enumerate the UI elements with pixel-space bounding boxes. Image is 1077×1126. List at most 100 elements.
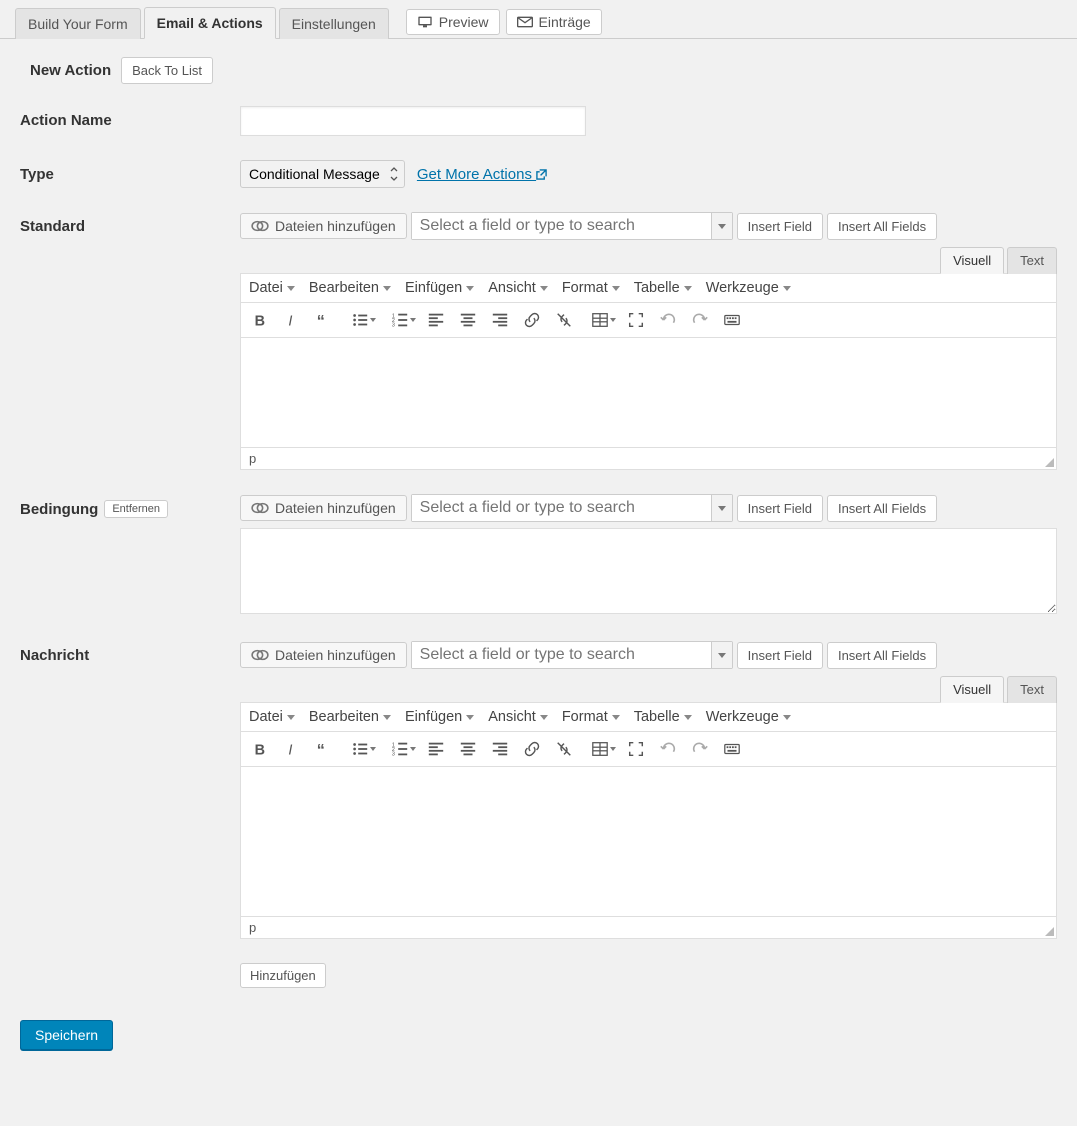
- entries-button[interactable]: Einträge: [506, 9, 602, 35]
- top-tab-bar: Build Your Form Email & Actions Einstell…: [0, 0, 1077, 39]
- insert-field-button-standard[interactable]: Insert Field: [737, 213, 823, 240]
- unlink-icon[interactable]: [553, 738, 575, 760]
- insert-field-button-bedingung[interactable]: Insert Field: [737, 495, 823, 522]
- table-icon[interactable]: [585, 738, 615, 760]
- bullet-list-icon[interactable]: [345, 309, 375, 331]
- fullscreen-icon[interactable]: [625, 738, 647, 760]
- bold-icon[interactable]: B: [249, 309, 271, 331]
- media-icon: [251, 219, 269, 233]
- editor-menubar-nachricht: Datei Bearbeiten Einfügen Ansicht Format…: [240, 702, 1057, 732]
- editor-body-standard[interactable]: [240, 338, 1057, 448]
- tab-settings[interactable]: Einstellungen: [279, 8, 389, 39]
- tab-email-actions[interactable]: Email & Actions: [144, 7, 276, 39]
- editor-tab-text-standard[interactable]: Text: [1007, 247, 1057, 274]
- field-search-input[interactable]: [412, 213, 711, 239]
- chevron-down-icon: [718, 653, 726, 658]
- numbered-list-icon[interactable]: 123: [385, 309, 415, 331]
- fullscreen-icon[interactable]: [625, 309, 647, 331]
- insert-all-fields-button-nachricht[interactable]: Insert All Fields: [827, 642, 937, 669]
- link-icon[interactable]: [521, 309, 543, 331]
- back-to-list-button[interactable]: Back To List: [121, 57, 213, 84]
- italic-icon[interactable]: I: [281, 738, 303, 760]
- editor-tab-visual-standard[interactable]: Visuell: [940, 247, 1004, 274]
- field-search-dropdown[interactable]: [711, 213, 732, 239]
- insert-all-fields-button-bedingung[interactable]: Insert All Fields: [827, 495, 937, 522]
- align-center-icon[interactable]: [457, 738, 479, 760]
- link-icon[interactable]: [521, 738, 543, 760]
- add-media-button-bedingung[interactable]: Dateien hinzufügen: [240, 495, 407, 521]
- chevron-down-icon: [783, 286, 791, 291]
- add-media-label: Dateien hinzufügen: [275, 500, 396, 516]
- label-action-name: Action Name: [20, 106, 240, 129]
- type-select[interactable]: Conditional Message: [240, 160, 405, 188]
- undo-icon[interactable]: [657, 309, 679, 331]
- page-title: New Action: [30, 62, 111, 79]
- entfernen-button[interactable]: Entfernen: [104, 500, 168, 518]
- tab-build-form[interactable]: Build Your Form: [15, 8, 141, 39]
- get-more-actions-link[interactable]: Get More Actions: [417, 166, 547, 183]
- editor-toolbar-nachricht: B I “ 123: [240, 732, 1057, 767]
- menu-datei[interactable]: Datei: [249, 280, 295, 302]
- align-center-icon[interactable]: [457, 309, 479, 331]
- preview-button[interactable]: Preview: [406, 9, 500, 35]
- chevron-down-icon: [684, 715, 692, 720]
- svg-text:3: 3: [392, 751, 395, 757]
- chevron-down-icon: [287, 286, 295, 291]
- align-right-icon[interactable]: [489, 309, 511, 331]
- menu-ansicht[interactable]: Ansicht: [488, 709, 548, 731]
- resize-handle-icon[interactable]: [1044, 926, 1054, 936]
- editor-tab-text-nachricht[interactable]: Text: [1007, 676, 1057, 703]
- menu-werkzeuge[interactable]: Werkzeuge: [706, 280, 791, 302]
- insert-all-fields-button-standard[interactable]: Insert All Fields: [827, 213, 937, 240]
- align-left-icon[interactable]: [425, 738, 447, 760]
- insert-field-button-nachricht[interactable]: Insert Field: [737, 642, 823, 669]
- align-left-icon[interactable]: [425, 309, 447, 331]
- add-media-button-standard[interactable]: Dateien hinzufügen: [240, 213, 407, 239]
- redo-icon[interactable]: [689, 309, 711, 331]
- bold-icon[interactable]: B: [249, 738, 271, 760]
- envelope-icon: [517, 15, 533, 29]
- menu-format[interactable]: Format: [562, 280, 620, 302]
- bedingung-textarea[interactable]: [240, 528, 1057, 614]
- field-search-input[interactable]: [412, 495, 711, 521]
- table-icon[interactable]: [585, 309, 615, 331]
- hinzufuegen-button[interactable]: Hinzufügen: [240, 963, 326, 988]
- field-search-dropdown[interactable]: [711, 642, 732, 668]
- chevron-down-icon: [466, 286, 474, 291]
- unlink-icon[interactable]: [553, 309, 575, 331]
- svg-text:“: “: [317, 312, 325, 329]
- resize-handle-icon[interactable]: [1044, 457, 1054, 467]
- menu-datei[interactable]: Datei: [249, 709, 295, 731]
- menu-einfuegen[interactable]: Einfügen: [405, 280, 474, 302]
- bullet-list-icon[interactable]: [345, 738, 375, 760]
- menu-tabelle[interactable]: Tabelle: [634, 709, 692, 731]
- field-search-dropdown[interactable]: [711, 495, 732, 521]
- svg-text:I: I: [288, 742, 292, 758]
- action-name-input[interactable]: [240, 106, 586, 136]
- undo-icon[interactable]: [657, 738, 679, 760]
- italic-icon[interactable]: I: [281, 309, 303, 331]
- menu-einfuegen[interactable]: Einfügen: [405, 709, 474, 731]
- menu-bearbeiten[interactable]: Bearbeiten: [309, 709, 391, 731]
- keyboard-icon[interactable]: [721, 309, 743, 331]
- field-search-input[interactable]: [412, 642, 711, 668]
- chevron-down-icon: [718, 506, 726, 511]
- field-search-bedingung[interactable]: [411, 494, 733, 522]
- field-search-nachricht[interactable]: [411, 641, 733, 669]
- menu-werkzeuge[interactable]: Werkzeuge: [706, 709, 791, 731]
- menu-ansicht[interactable]: Ansicht: [488, 280, 548, 302]
- editor-tab-visual-nachricht[interactable]: Visuell: [940, 676, 1004, 703]
- redo-icon[interactable]: [689, 738, 711, 760]
- menu-format[interactable]: Format: [562, 709, 620, 731]
- blockquote-icon[interactable]: “: [313, 309, 335, 331]
- blockquote-icon[interactable]: “: [313, 738, 335, 760]
- align-right-icon[interactable]: [489, 738, 511, 760]
- menu-tabelle[interactable]: Tabelle: [634, 280, 692, 302]
- save-button[interactable]: Speichern: [20, 1020, 113, 1050]
- editor-body-nachricht[interactable]: [240, 767, 1057, 917]
- field-search-standard[interactable]: [411, 212, 733, 240]
- keyboard-icon[interactable]: [721, 738, 743, 760]
- numbered-list-icon[interactable]: 123: [385, 738, 415, 760]
- menu-bearbeiten[interactable]: Bearbeiten: [309, 280, 391, 302]
- add-media-button-nachricht[interactable]: Dateien hinzufügen: [240, 642, 407, 668]
